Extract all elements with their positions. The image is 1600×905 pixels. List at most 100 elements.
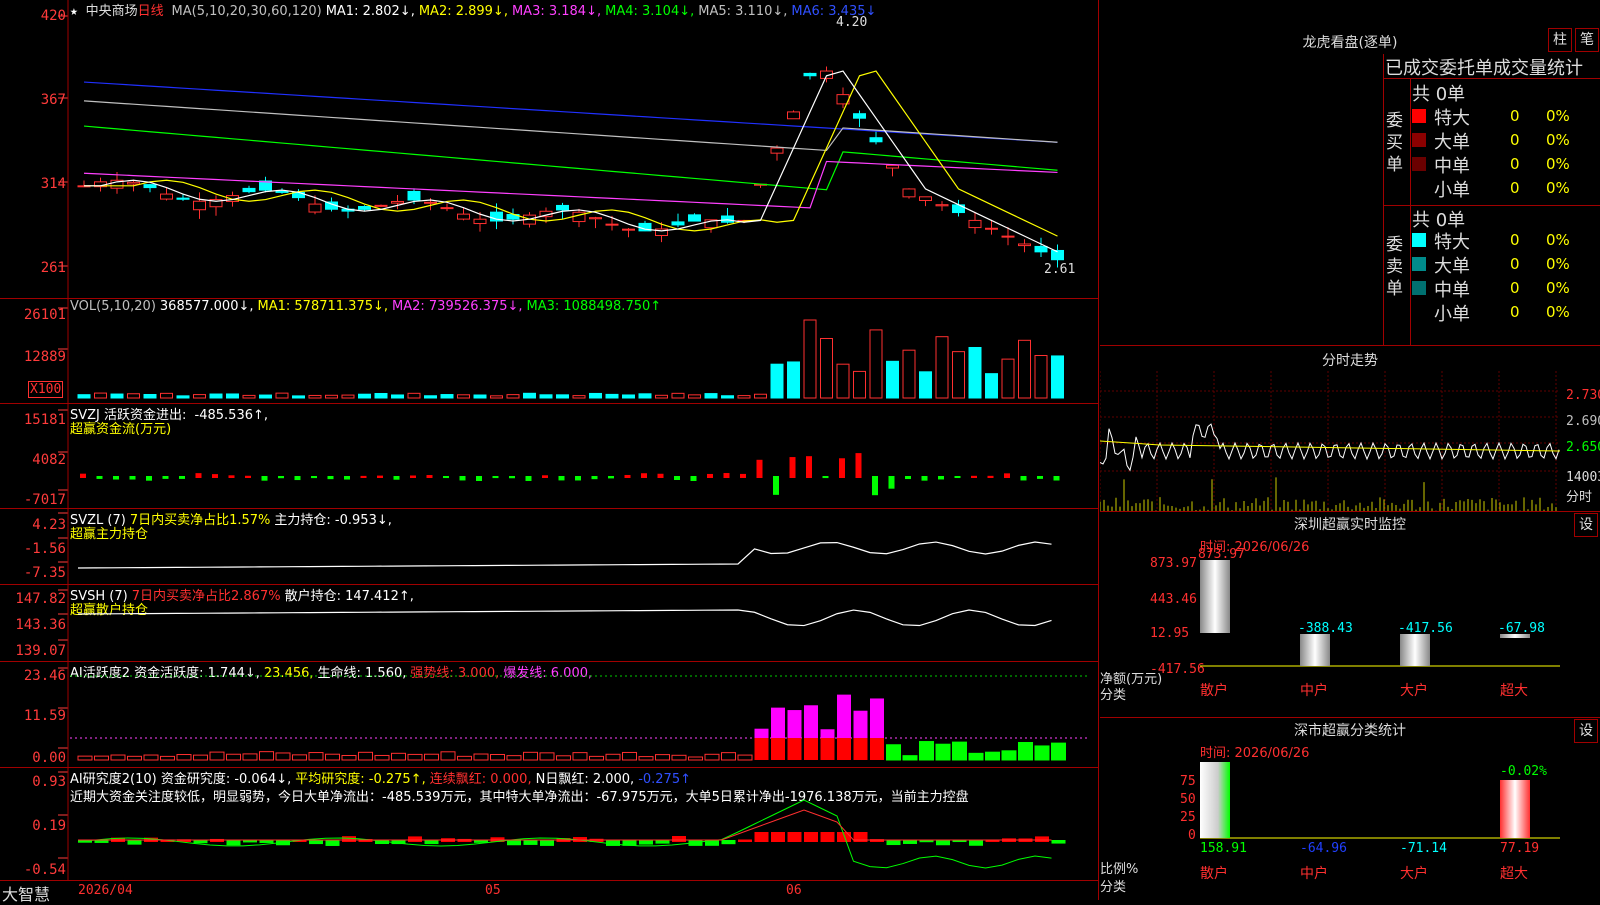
legend-item: 主力持仓: -0.953↓, bbox=[274, 513, 392, 528]
legend-item: 散户持仓: 147.412↑, bbox=[284, 589, 414, 604]
svzj-pane[interactable]: SVZJ 活跃资金进出: -485.536↑, 超赢资金流(万元) 15181 … bbox=[0, 404, 1098, 509]
legend-swatch bbox=[1412, 133, 1426, 147]
ai-active-y-label: 0.00 bbox=[32, 750, 66, 766]
date-label: 2026/04 bbox=[78, 883, 133, 898]
order-count: 0 bbox=[1510, 107, 1520, 125]
price-legend: ★ 中央商场日线 MA(5,10,20,30,60,120) MA1: 2.802… bbox=[70, 0, 880, 19]
order-size-label: 特大 bbox=[1434, 108, 1470, 129]
monitor-category: 中户 bbox=[1300, 682, 1328, 699]
order-size-label: 大单 bbox=[1434, 132, 1470, 153]
classify-bar bbox=[1500, 780, 1530, 838]
sell-orders-label: 委卖单 bbox=[1386, 235, 1403, 299]
ai-research-y-label: 0.93 bbox=[32, 774, 66, 790]
intraday-panel[interactable]: 分时走势 2.730 2.690 2.650 14003 分时 bbox=[1100, 346, 1600, 512]
intraday-chart bbox=[1100, 371, 1560, 511]
classify-value: 158.91 bbox=[1200, 841, 1247, 856]
volume-legend: VOL(5,10,20) 368577.000↓, MA1: 578711.375↓… bbox=[70, 299, 665, 314]
monitor-category: 散户 bbox=[1200, 682, 1228, 699]
legend-item: N日飘红: 2.000, bbox=[535, 772, 635, 787]
intraday-price-label: 2.690 bbox=[1566, 414, 1600, 429]
intraday-price-label: 2.730 bbox=[1566, 388, 1600, 403]
svzj-y-label: 4082 bbox=[32, 452, 66, 468]
order-count: 0 bbox=[1510, 155, 1520, 173]
classify-value: 77.19 bbox=[1500, 841, 1539, 856]
legend-item: MA3: 1088498.750↑ bbox=[526, 299, 662, 314]
legend-item: MA2: 739526.375↓, bbox=[392, 299, 523, 314]
legend-item: MA2: 2.899↓, bbox=[418, 4, 508, 19]
longhu-panel: 龙虎看盘(逐单) 柱 笔 已成交委托单成交量统计 委买单 委卖单 共 0单 共 … bbox=[1100, 0, 1600, 346]
ai-active-pane[interactable]: AI活跃度2 资金活跃度: 1.744↓, 23.456, 生命线: 1.560, 强… bbox=[0, 662, 1098, 768]
order-size-label: 特大 bbox=[1434, 232, 1470, 253]
low-price-label: 2.61 bbox=[1044, 262, 1076, 277]
legend-swatch bbox=[1412, 233, 1426, 247]
order-count: 0 bbox=[1510, 231, 1520, 249]
intraday-price-label: 2.650 bbox=[1566, 440, 1600, 455]
legend-item: VOL(5,10,20) bbox=[70, 299, 156, 314]
longhu-title: 龙虎看盘(逐单) bbox=[1302, 35, 1398, 51]
monitor-bar bbox=[1300, 634, 1330, 666]
legend-item: AI活跃度2 资金活跃度: 1.744↓, bbox=[70, 666, 260, 681]
monitor-value: -388.43 bbox=[1298, 621, 1353, 636]
monitor-category: 超大 bbox=[1500, 683, 1528, 699]
legend-item: 连续飘红: 0.000, bbox=[429, 772, 532, 787]
legend-item: MA3: 3.184↓, bbox=[511, 4, 602, 19]
legend-item: MA(5,10,20,30,60,120) bbox=[171, 4, 322, 19]
volume-pane[interactable]: VOL(5,10,20) 368577.000↓, MA1: 578711.375↓… bbox=[0, 299, 1098, 404]
ma-legend: MA(5,10,20,30,60,120) MA1: 2.802↓, MA2: 2.… bbox=[172, 4, 881, 19]
order-size-label: 中单 bbox=[1434, 156, 1470, 177]
order-size-label: 大单 bbox=[1434, 256, 1470, 277]
legend-item: 生命线: 1.560, bbox=[317, 666, 407, 681]
buy-total: 共 0单 bbox=[1412, 84, 1466, 105]
legend-item: 368577.000↓, bbox=[159, 299, 254, 314]
legend-item: -485.536↑, bbox=[194, 408, 269, 423]
legend-item: 爆发线: 6.000, bbox=[503, 666, 593, 681]
price-y-label: 261 bbox=[40, 260, 66, 276]
classify-category: 超大 bbox=[1500, 866, 1528, 882]
legend-item: 7日内买卖净占比2.867% bbox=[131, 589, 281, 604]
classify-category: 大户 bbox=[1400, 865, 1428, 882]
monitor-value: 873.97 bbox=[1198, 547, 1245, 562]
classify-category: 散户 bbox=[1200, 865, 1228, 882]
order-size-label: 中单 bbox=[1434, 280, 1470, 301]
monitor-value: -67.98 bbox=[1498, 621, 1545, 636]
svsh-y-label: 147.82 bbox=[15, 591, 66, 607]
order-size-label: 小单 bbox=[1434, 180, 1470, 201]
svzl-pane[interactable]: SVZL (7) 7日内买卖净占比1.57% 主力持仓: -0.953↓, 超赢主力… bbox=[0, 509, 1098, 585]
svsh-y-label: 139.07 bbox=[15, 643, 66, 659]
svzj-title: 超赢资金流(万元) bbox=[70, 422, 172, 437]
panel-divider[interactable] bbox=[1098, 0, 1099, 900]
period-label[interactable]: 日线 bbox=[138, 4, 164, 19]
legend-item: AI研究度2(10) 资金研究度: -0.064↓, bbox=[70, 772, 292, 787]
svzj-y-label: 15181 bbox=[23, 412, 66, 428]
legend-swatch bbox=[1412, 257, 1426, 271]
legend-swatch bbox=[1412, 109, 1426, 123]
legend-item: -0.275↑ bbox=[638, 772, 691, 787]
legend-swatch bbox=[1412, 157, 1426, 171]
bar-mode-button[interactable]: 柱 bbox=[1548, 28, 1572, 52]
legend-item: MA1: 2.802↓, bbox=[325, 4, 415, 19]
svsh-pane[interactable]: SVSH (7) 7日内买卖净占比2.867% 散户持仓: 147.412↑, 超赢… bbox=[0, 585, 1098, 662]
order-size-label: 小单 bbox=[1434, 304, 1470, 325]
order-count: 0 bbox=[1510, 131, 1520, 149]
monitor-bar bbox=[1200, 560, 1230, 633]
kline-chart-area[interactable]: ★ 中央商场日线 MA(5,10,20,30,60,120) MA1: 2.802… bbox=[0, 0, 1098, 904]
order-pct: 0% bbox=[1546, 255, 1570, 273]
svsh-title: 超赢散户持仓 bbox=[70, 603, 149, 618]
svsh-y-label: 143.36 bbox=[15, 617, 66, 633]
brand-label: 大智慧 bbox=[2, 885, 51, 904]
price-y-label: 367 bbox=[40, 92, 66, 108]
ai-research-pane[interactable]: AI研究度2(10) 资金研究度: -0.064↓, 平均研究度: -0.275↑… bbox=[0, 768, 1098, 881]
legend-item: 7日内买卖净占比1.57% bbox=[129, 513, 271, 528]
classify-category: 中户 bbox=[1300, 865, 1328, 882]
classify-bar bbox=[1200, 762, 1230, 838]
ai-research-legend: AI研究度2(10) 资金研究度: -0.064↓, 平均研究度: -0.275↑… bbox=[70, 768, 695, 787]
price-pane[interactable]: ★ 中央商场日线 MA(5,10,20,30,60,120) MA1: 2.802… bbox=[0, 0, 1098, 299]
order-count: 0 bbox=[1510, 179, 1520, 197]
ai-active-y-label: 11.59 bbox=[23, 708, 66, 724]
star-icon[interactable]: ★ bbox=[70, 4, 78, 19]
tick-mode-button[interactable]: 笔 bbox=[1575, 28, 1599, 52]
date-axis-bar: 大智慧 2026/04 05 06 bbox=[0, 881, 1098, 904]
svzj-y-label: -7017 bbox=[23, 492, 66, 508]
legend-item: MA4: 3.104↓, bbox=[605, 4, 695, 19]
order-count: 0 bbox=[1510, 255, 1520, 273]
